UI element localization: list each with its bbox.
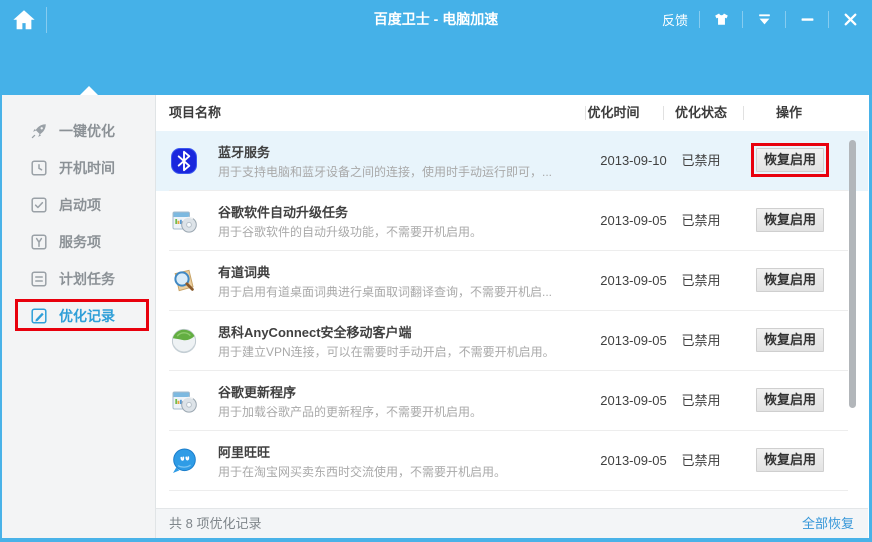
installer-icon [170,387,198,415]
optimize-record-edit-icon [30,307,48,325]
restore-enable-button[interactable]: 恢复启用 [756,388,824,412]
services-wrench-icon [30,233,48,251]
menu-arrow-icon[interactable] [754,9,774,29]
restore-enable-button[interactable]: 恢复启用 [756,208,824,232]
optimize-status: 已禁用 [681,273,721,288]
feedback-link[interactable]: 反馈 [662,10,688,29]
action-highlight-box: 恢复启用 [751,323,829,357]
item-description: 用于启用有道桌面词典进行桌面取词翻译查询，不需要开机启... [218,285,553,299]
main-panel: 项目名称 优化时间 优化状态 操作 蓝牙服务 用于支持电脑和蓝牙设备之间的连接，… [156,95,868,491]
optimize-status: 已禁用 [681,453,721,468]
item-name: 思科AnyConnect安全移动客户端 [218,325,412,340]
action-highlight-box: 恢复启用 [751,203,829,237]
restore-enable-button[interactable]: 恢复启用 [756,328,824,352]
sidebar-item-startup-items[interactable]: 启动项 [2,186,155,223]
sidebar-item-boot-time[interactable]: 开机时间 [2,149,155,186]
scrollbar-thumb[interactable] [849,140,856,408]
active-tab-pointer [80,86,98,95]
optimize-status: 已禁用 [681,333,721,348]
sidebar-item-label: 开机时间 [59,159,115,176]
app-window: 百度卫士 - 电脑加速 反馈 一键优化 开机时间 启动项 服务项 计划任务 优化… [0,0,872,542]
startup-items-check-icon [30,196,48,214]
window-border-bottom [0,538,872,542]
sidebar-item-label: 启动项 [59,196,101,213]
records-count-label: 共 8 项优化记录 [169,516,262,531]
item-description: 用于加载谷歌产品的更新程序，不需要开机启用。 [218,405,483,419]
table-row: 阿里旺旺 用于在淘宝网买卖东西时交流使用，不需要开机启用。 2013-09-05… [156,431,868,491]
table-header: 项目名称 优化时间 优化状态 操作 [156,95,868,131]
sidebar-item-label: 优化记录 [59,307,115,324]
table-row: 思科AnyConnect安全移动客户端 用于建立VPN连接，可以在需要时手动开启… [156,311,868,371]
item-name: 蓝牙服务 [218,145,271,160]
bluetooth-icon [170,147,198,175]
restore-all-link[interactable]: 全部恢复 [802,509,854,538]
sidebar-item-services[interactable]: 服务项 [2,223,155,260]
item-description: 用于建立VPN连接，可以在需要时手动开启，不需要开机启用。 [218,345,555,359]
installer-icon [170,207,198,235]
item-name: 有道词典 [218,265,271,280]
sidebar-item-label: 一键优化 [59,122,115,139]
action-highlight-box: 恢复启用 [751,383,829,417]
sidebar-nav: 一键优化 开机时间 启动项 服务项 计划任务 优化记录 [2,95,156,538]
optimize-status: 已禁用 [681,153,721,168]
restore-enable-button[interactable]: 恢复启用 [756,268,824,292]
records-list: 蓝牙服务 用于支持电脑和蓝牙设备之间的连接，使用时手动运行即可，... 2013… [156,131,868,491]
chat-bubble-icon [170,447,198,475]
item-name: 谷歌更新程序 [218,385,297,400]
action-highlight-box: 恢复启用 [751,443,829,477]
item-description: 用于谷歌软件的自动升级功能，不需要开机启用。 [218,225,483,239]
scheduled-tasks-list-icon [30,270,48,288]
table-row: 谷歌更新程序 用于加载谷歌产品的更新程序，不需要开机启用。 2013-09-05… [156,371,868,431]
sidebar-item-optimization-records[interactable]: 优化记录 [2,297,155,334]
rocket-icon [30,122,48,140]
restore-enable-button[interactable]: 恢复启用 [756,148,824,172]
column-header-action: 操作 [775,105,802,120]
column-header-status: 优化状态 [674,105,727,120]
table-row: 谷歌软件自动升级任务 用于谷歌软件的自动升级功能，不需要开机启用。 2013-0… [156,191,868,251]
action-highlight-box: 恢复启用 [751,263,829,297]
footer-bar: 共 8 项优化记录 全部恢复 [156,508,868,538]
optimize-status: 已禁用 [681,213,721,228]
table-row: 蓝牙服务 用于支持电脑和蓝牙设备之间的连接，使用时手动运行即可，... 2013… [156,131,868,191]
close-icon[interactable] [840,9,860,29]
action-highlight-box: 恢复启用 [751,143,829,177]
skin-icon[interactable] [711,9,731,29]
column-header-time: 优化时间 [587,105,640,120]
window-border-left [0,95,2,542]
sidebar-item-label: 计划任务 [59,270,115,287]
optimize-status: 已禁用 [681,393,721,408]
item-name: 阿里旺旺 [218,445,271,460]
boot-time-clock-icon [30,159,48,177]
item-name: 谷歌软件自动升级任务 [218,205,349,220]
sidebar-item-scheduled-tasks[interactable]: 计划任务 [2,260,155,297]
column-header-name: 项目名称 [169,105,222,120]
minimize-icon[interactable] [797,9,817,29]
vpn-globe-icon [170,327,198,355]
dictionary-icon [170,267,198,295]
sidebar-item-label: 服务项 [59,233,101,250]
titlebar-controls: 反馈 [662,0,860,38]
item-description: 用于支持电脑和蓝牙设备之间的连接，使用时手动运行即可，... [218,165,553,179]
header: 百度卫士 - 电脑加速 反馈 [0,0,872,95]
sidebar-item-one-key-optimize[interactable]: 一键优化 [2,112,155,149]
restore-enable-button[interactable]: 恢复启用 [756,448,824,472]
row-divider [169,490,848,491]
item-description: 用于在淘宝网买卖东西时交流使用，不需要开机启用。 [218,465,507,479]
table-row: 有道词典 用于启用有道桌面词典进行桌面取词翻译查询，不需要开机启... 2013… [156,251,868,311]
